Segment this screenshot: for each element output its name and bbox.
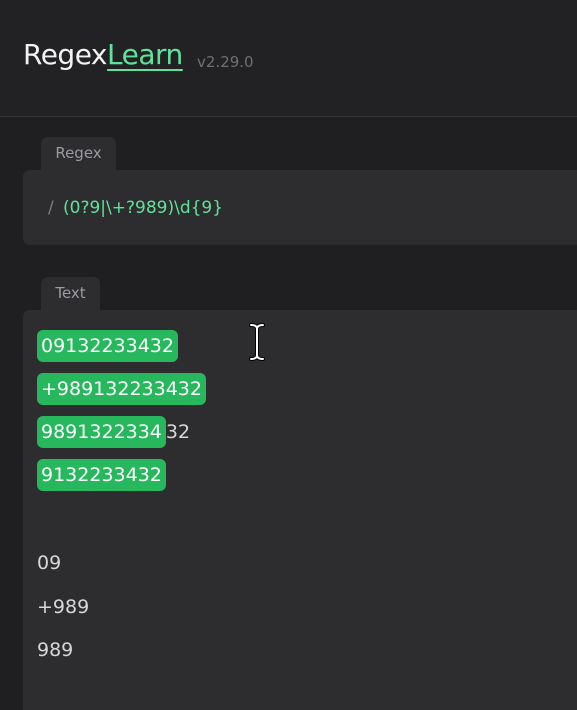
text-tab: Text — [41, 277, 100, 310]
text-line[interactable]: +989 — [37, 591, 89, 623]
match-highlight: 9891322334 — [37, 416, 166, 448]
text-line[interactable]: 09132233432 — [37, 330, 178, 362]
regex-slash: / — [48, 198, 54, 218]
regex-pattern[interactable]: (0?9|\+?989)\d{9} — [63, 198, 223, 218]
text-line[interactable]: 09 — [37, 547, 61, 579]
text-editor[interactable]: 09132233432 +989132233432 9891322334 32 9… — [23, 310, 577, 710]
text-line[interactable]: 989 — [37, 634, 73, 666]
text-rest: 32 — [165, 421, 191, 443]
text-line[interactable]: +989132233432 — [37, 373, 206, 405]
match-highlight: 9132233432 — [37, 459, 166, 491]
text-rest: 09 — [37, 552, 62, 574]
text-rest: 989 — [37, 639, 74, 661]
logo-learn-text: Learn — [107, 38, 183, 71]
match-highlight: +989132233432 — [37, 373, 206, 405]
logo-regex-text: Regex — [23, 38, 108, 71]
regex-tab: Regex — [41, 137, 116, 170]
version-label: v2.29.0 — [197, 53, 254, 71]
text-cursor-icon — [249, 323, 265, 361]
regex-input[interactable]: / (0?9|\+?989)\d{9} — [23, 170, 577, 245]
text-line[interactable]: 9132233432 — [37, 459, 166, 491]
app-header: RegexLearn v2.29.0 — [0, 0, 577, 117]
text-line[interactable]: 9891322334 32 — [37, 416, 190, 448]
logo[interactable]: RegexLearn — [23, 38, 183, 71]
text-rest: +989 — [37, 596, 90, 618]
match-highlight: 09132233432 — [37, 330, 178, 362]
